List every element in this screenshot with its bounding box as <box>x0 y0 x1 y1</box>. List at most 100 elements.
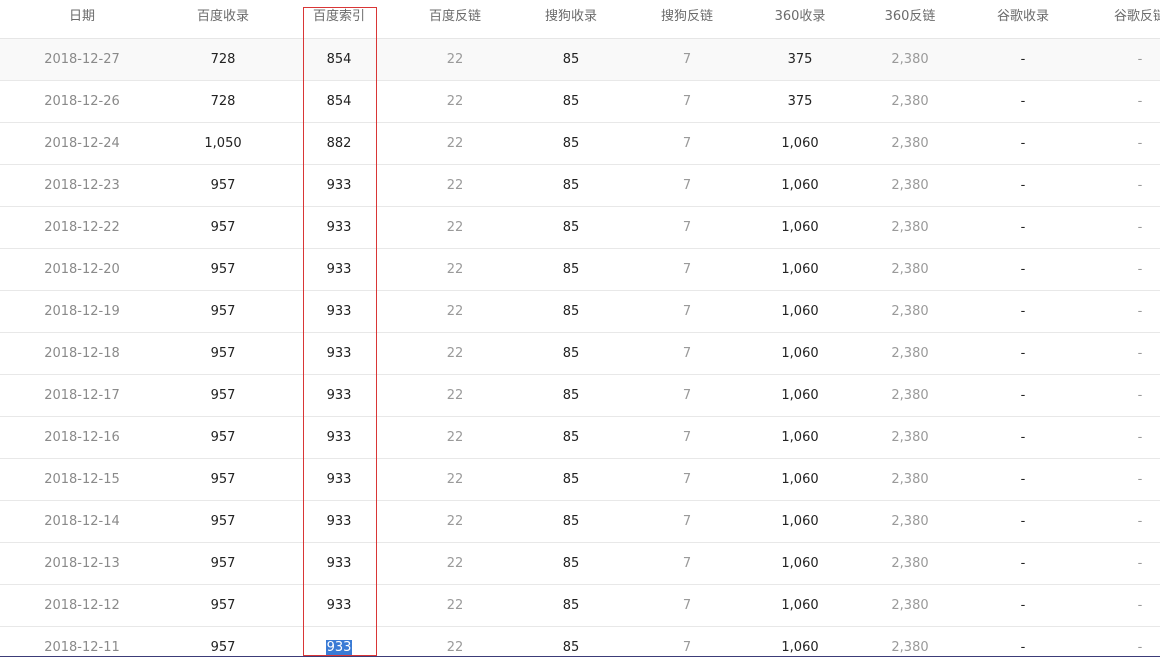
table-row[interactable]: 2018-12-24 1,050 882 22 85 7 1,060 2,380 - - <box>0 123 1160 165</box>
col-header-date[interactable]: 日期 <box>22 0 142 38</box>
table-row[interactable]: 2018-12-11 957 933 22 85 7 1,060 2,380 - - <box>0 627 1160 659</box>
cell-baidu-backlinks: 22 <box>446 430 464 445</box>
cell-sogou-indexed: 85 <box>562 388 580 403</box>
cell-baidu-index: 933 <box>326 178 352 193</box>
cell-sogou-indexed: 85 <box>562 178 580 193</box>
cell-sogou-backlinks: 7 <box>682 262 692 277</box>
cell-sogou-indexed: 85 <box>562 346 580 361</box>
cell-360-indexed: 1,060 <box>781 262 819 277</box>
table-row[interactable]: 2018-12-19 957 933 22 85 7 1,060 2,380 - - <box>0 291 1160 333</box>
cell-360-backlinks: 2,380 <box>891 136 929 151</box>
cell-baidu-index: 933 <box>326 430 352 445</box>
cell-google-backlinks: - <box>1137 640 1143 655</box>
data-table-page: 日期 百度收录 百度索引 百度反链 搜狗收录 搜狗反链 360收录 360反链 … <box>0 0 1160 659</box>
cell-baidu-backlinks: 22 <box>446 178 464 193</box>
cell-baidu-indexed: 957 <box>210 640 236 655</box>
cell-baidu-backlinks: 22 <box>446 472 464 487</box>
table-row[interactable]: 2018-12-17 957 933 22 85 7 1,060 2,380 - - <box>0 375 1160 417</box>
col-header-360-indexed[interactable]: 360收录 <box>750 0 850 38</box>
cell-360-backlinks: 2,380 <box>891 220 929 235</box>
cell-360-indexed: 1,060 <box>781 514 819 529</box>
col-header-google-indexed[interactable]: 谷歌收录 <box>973 0 1073 38</box>
cell-date: 2018-12-11 <box>44 640 120 655</box>
cell-date: 2018-12-16 <box>44 430 120 445</box>
table-body: 2018-12-27 728 854 22 85 7 375 2,380- -2018-12-2… <box>0 39 1160 659</box>
cell-baidu-backlinks: 22 <box>446 388 464 403</box>
cell-google-backlinks: - <box>1137 430 1143 445</box>
cell-sogou-indexed: 85 <box>562 430 580 445</box>
cell-baidu-index: 933 <box>326 346 352 361</box>
cell-google-indexed: - <box>1020 472 1026 487</box>
table-row[interactable]: 2018-12-27 728 854 22 85 7 375 2,380 - - <box>0 39 1160 81</box>
col-header-360-backlinks[interactable]: 360反链 <box>860 0 960 38</box>
cell-360-backlinks: 2,380 <box>891 178 929 193</box>
cell-google-backlinks: - <box>1137 262 1143 277</box>
cell-baidu-backlinks: 22 <box>446 52 464 67</box>
cell-google-backlinks: - <box>1137 514 1143 529</box>
cell-date: 2018-12-24 <box>44 136 120 151</box>
cell-google-backlinks: - <box>1137 220 1143 235</box>
cell-baidu-backlinks: 22 <box>446 514 464 529</box>
cell-360-backlinks: 2,380 <box>891 304 929 319</box>
cell-sogou-backlinks: 7 <box>682 598 692 613</box>
cell-360-backlinks: 2,380 <box>891 640 929 655</box>
table-row[interactable]: 2018-12-12 957 933 22 85 7 1,060 2,380 - - <box>0 585 1160 627</box>
cell-sogou-backlinks: 7 <box>682 388 692 403</box>
col-header-baidu-indexed[interactable]: 百度收录 <box>173 0 273 38</box>
cell-360-indexed: 1,060 <box>781 178 819 193</box>
cell-baidu-index: 933 <box>326 472 352 487</box>
col-header-google-backlinks[interactable]: 谷歌反链 <box>1090 0 1160 38</box>
cell-date: 2018-12-27 <box>44 52 120 67</box>
table-row[interactable]: 2018-12-13 957 933 22 85 7 1,060 2,380 - - <box>0 543 1160 585</box>
cell-baidu-index: 933 <box>326 598 352 613</box>
cell-360-indexed: 375 <box>787 94 813 109</box>
col-header-baidu-backlinks[interactable]: 百度反链 <box>405 0 505 38</box>
cell-360-indexed: 1,060 <box>781 346 819 361</box>
cell-baidu-indexed: 957 <box>210 220 236 235</box>
cell-360-backlinks: 2,380 <box>891 346 929 361</box>
cell-baidu-backlinks: 22 <box>446 346 464 361</box>
cell-360-indexed: 1,060 <box>781 556 819 571</box>
cell-date: 2018-12-17 <box>44 388 120 403</box>
cell-baidu-index: 933 <box>326 556 352 571</box>
cell-baidu-backlinks: 22 <box>446 220 464 235</box>
col-header-sogou-indexed[interactable]: 搜狗收录 <box>521 0 621 38</box>
cell-google-indexed: - <box>1020 514 1026 529</box>
cell-360-indexed: 375 <box>787 52 813 67</box>
col-header-sogou-backlinks[interactable]: 搜狗反链 <box>637 0 737 38</box>
cell-google-indexed: - <box>1020 262 1026 277</box>
cell-sogou-indexed: 85 <box>562 262 580 277</box>
table-row[interactable]: 2018-12-20 957 933 22 85 7 1,060 2,380 - - <box>0 249 1160 291</box>
table-row[interactable]: 2018-12-26 728 854 22 85 7 375 2,380 - - <box>0 81 1160 123</box>
col-header-baidu-index[interactable]: 百度索引 <box>289 0 389 38</box>
cell-360-indexed: 1,060 <box>781 388 819 403</box>
cell-sogou-backlinks: 7 <box>682 52 692 67</box>
table-row[interactable]: 2018-12-14 957 933 22 85 7 1,060 2,380 - - <box>0 501 1160 543</box>
cell-sogou-backlinks: 7 <box>682 472 692 487</box>
table-row[interactable]: 2018-12-22 957 933 22 85 7 1,060 2,380 - - <box>0 207 1160 249</box>
cell-baidu-indexed: 957 <box>210 430 236 445</box>
cell-google-backlinks: - <box>1137 304 1143 319</box>
cell-date: 2018-12-13 <box>44 556 120 571</box>
cell-sogou-indexed: 85 <box>562 598 580 613</box>
table-row[interactable]: 2018-12-23 957 933 22 85 7 1,060 2,380 - - <box>0 165 1160 207</box>
cell-baidu-backlinks: 22 <box>446 640 464 655</box>
table-row[interactable]: 2018-12-18 957 933 22 85 7 1,060 2,380 - - <box>0 333 1160 375</box>
cell-360-backlinks: 2,380 <box>891 52 929 67</box>
cell-360-backlinks: 2,380 <box>891 430 929 445</box>
cell-date: 2018-12-19 <box>44 304 120 319</box>
cell-google-backlinks: - <box>1137 52 1143 67</box>
cell-date: 2018-12-26 <box>44 94 120 109</box>
cell-sogou-indexed: 85 <box>562 514 580 529</box>
table-row[interactable]: 2018-12-15 957 933 22 85 7 1,060 2,380 - - <box>0 459 1160 501</box>
cell-baidu-index: 882 <box>326 136 352 151</box>
cell-baidu-indexed: 957 <box>210 346 236 361</box>
table-row[interactable]: 2018-12-16 957 933 22 85 7 1,060 2,380 - - <box>0 417 1160 459</box>
cell-google-backlinks: - <box>1137 346 1143 361</box>
cell-baidu-index: 933 <box>326 514 352 529</box>
table-header: 日期 百度收录 百度索引 百度反链 搜狗收录 搜狗反链 360收录 360反链 … <box>0 0 1160 39</box>
cell-google-backlinks: - <box>1137 178 1143 193</box>
cell-360-backlinks: 2,380 <box>891 388 929 403</box>
cell-baidu-index: 933 <box>326 304 352 319</box>
cell-baidu-indexed: 957 <box>210 472 236 487</box>
